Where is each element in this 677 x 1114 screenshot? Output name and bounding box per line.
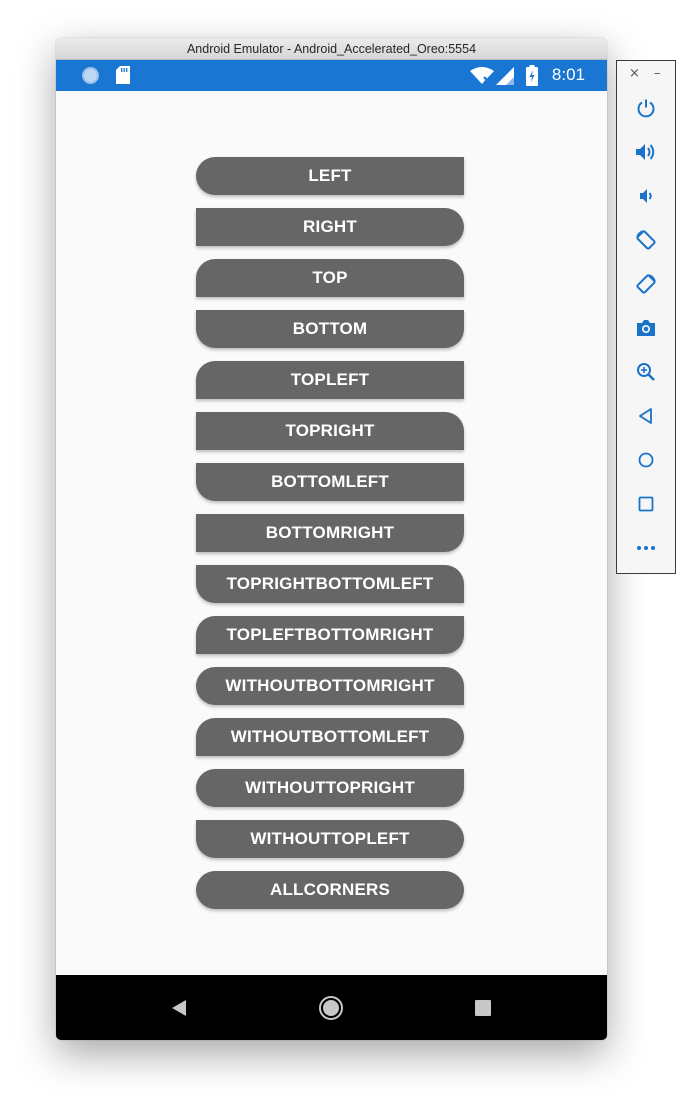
volume-down-icon[interactable] [631, 181, 661, 211]
back-icon[interactable] [631, 401, 661, 431]
recents-icon[interactable] [470, 995, 496, 1021]
corner-button-bottomright[interactable]: BOTTOMRIGHT [196, 514, 464, 552]
volume-up-icon[interactable] [631, 137, 661, 167]
corner-button-top[interactable]: TOP [196, 259, 464, 297]
sync-icon [81, 66, 100, 89]
corner-button-withouttopright[interactable]: WITHOUTTOPRIGHT [196, 769, 464, 807]
wifi-icon [470, 67, 494, 89]
sd-card-icon [115, 65, 131, 89]
corner-button-allcorners[interactable]: ALLCORNERS [196, 871, 464, 909]
power-icon[interactable] [631, 93, 661, 123]
cell-signal-icon [496, 67, 514, 89]
status-bar: 8:01 [56, 60, 607, 91]
camera-icon[interactable] [631, 313, 661, 343]
back-icon[interactable] [166, 995, 192, 1021]
window-title: Android Emulator - Android_Accelerated_O… [56, 38, 607, 60]
corner-button-bottom[interactable]: BOTTOM [196, 310, 464, 348]
minimize-panel-button[interactable]: – [654, 67, 661, 81]
corner-button-left[interactable]: LEFT [196, 157, 464, 195]
more-icon[interactable] [631, 533, 661, 563]
rotate-left-icon[interactable] [631, 225, 661, 255]
corner-button-withoutbottomleft[interactable]: WITHOUTBOTTOMLEFT [196, 718, 464, 756]
emulator-window: Android Emulator - Android_Accelerated_O… [56, 38, 607, 1040]
close-panel-button[interactable]: × [629, 67, 640, 81]
home-icon[interactable] [318, 995, 344, 1021]
corner-button-bottomleft[interactable]: BOTTOMLEFT [196, 463, 464, 501]
corner-button-topright[interactable]: TOPRIGHT [196, 412, 464, 450]
corner-button-toprightbottomleft[interactable]: TOPRIGHTBOTTOMLEFT [196, 565, 464, 603]
navigation-bar [56, 975, 607, 1040]
emulator-tool-panel: × – [616, 60, 676, 574]
rotate-right-icon[interactable] [631, 269, 661, 299]
corner-button-withoutbottomright[interactable]: WITHOUTBOTTOMRIGHT [196, 667, 464, 705]
corner-button-topleft[interactable]: TOPLEFT [196, 361, 464, 399]
overview-icon[interactable] [631, 489, 661, 519]
corner-button-right[interactable]: RIGHT [196, 208, 464, 246]
battery-icon [526, 65, 538, 90]
app-content: LEFT RIGHT TOP BOTTOM TOPLEFT TOPRIGHT B… [56, 91, 607, 975]
corner-button-topleftbottomright[interactable]: TOPLEFTBOTTOMRIGHT [196, 616, 464, 654]
zoom-icon[interactable] [631, 357, 661, 387]
corner-button-withouttopleft[interactable]: WITHOUTTOPLEFT [196, 820, 464, 858]
status-time: 8:01 [551, 65, 585, 84]
home-icon[interactable] [631, 445, 661, 475]
